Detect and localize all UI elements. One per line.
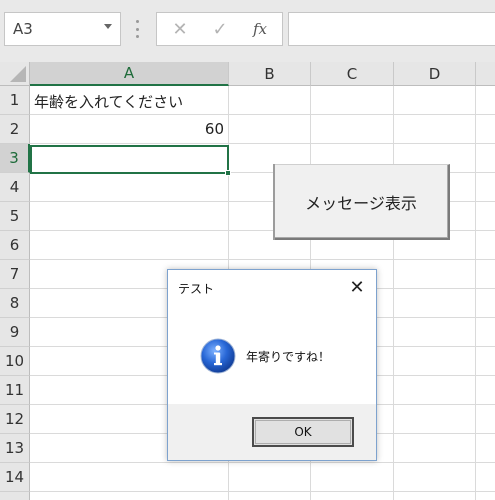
name-box-value: A3 <box>13 20 33 38</box>
gridline <box>30 143 495 144</box>
column-header-b[interactable]: B <box>229 62 311 86</box>
message-dialog: テスト ✕ 年寄りですね！ OK <box>167 269 377 461</box>
row-header-9[interactable]: 9 <box>0 318 30 347</box>
row-header-13[interactable]: 13 <box>0 434 30 463</box>
gridline <box>30 462 495 463</box>
gridline <box>475 86 476 500</box>
gridline <box>393 86 394 500</box>
gridline <box>30 259 495 260</box>
row-header-1[interactable]: 1 <box>0 86 30 115</box>
row-header-4[interactable]: 4 <box>0 173 30 202</box>
row-header-2[interactable]: 2 <box>0 115 30 144</box>
gridline <box>30 114 495 115</box>
gridline <box>30 491 495 492</box>
cell-a1[interactable]: 年齢を入れてください <box>34 91 183 112</box>
insert-function-icon[interactable]: fx <box>245 13 275 45</box>
row-header-14[interactable]: 14 <box>0 463 30 492</box>
chevron-down-icon[interactable] <box>104 24 112 29</box>
column-header-e-partial[interactable] <box>476 62 495 86</box>
active-cell-a3[interactable] <box>30 145 231 176</box>
dialog-footer: OK <box>168 404 376 460</box>
fill-handle[interactable] <box>225 170 231 176</box>
row-header-7[interactable]: 7 <box>0 260 30 289</box>
formula-input[interactable] <box>288 12 495 46</box>
dialog-title: テスト <box>178 282 215 296</box>
information-icon <box>200 338 236 374</box>
name-box[interactable]: A3 <box>4 12 121 46</box>
cancel-icon[interactable]: ✕ <box>165 13 195 45</box>
formula-buttons: ✕ ✓ fx <box>156 12 283 46</box>
row-header-8[interactable]: 8 <box>0 289 30 318</box>
column-header-d[interactable]: D <box>394 62 476 86</box>
row-header-12[interactable]: 12 <box>0 405 30 434</box>
select-all-icon <box>10 66 26 82</box>
cell-a2[interactable]: 60 <box>150 120 224 138</box>
show-message-button[interactable]: メッセージ表示 <box>273 164 450 240</box>
column-header-a[interactable]: A <box>30 62 229 86</box>
row-header-3[interactable]: 3 <box>0 144 30 173</box>
row-header-15-partial[interactable] <box>0 492 30 500</box>
column-header-c[interactable]: C <box>311 62 394 86</box>
ok-button[interactable]: OK <box>252 417 354 447</box>
row-header-5[interactable]: 5 <box>0 202 30 231</box>
close-icon[interactable]: ✕ <box>346 276 368 298</box>
row-header-10[interactable]: 10 <box>0 347 30 376</box>
select-all-corner[interactable] <box>0 62 30 86</box>
enter-icon[interactable]: ✓ <box>205 13 235 45</box>
row-header-6[interactable]: 6 <box>0 231 30 260</box>
formula-bar-grip-icon <box>136 20 139 38</box>
ok-button-label: OK <box>294 425 312 439</box>
row-header-11[interactable]: 11 <box>0 376 30 405</box>
formula-bar: A3 ✕ ✓ fx <box>0 0 495 62</box>
dialog-message: 年寄りですね！ <box>246 350 331 364</box>
